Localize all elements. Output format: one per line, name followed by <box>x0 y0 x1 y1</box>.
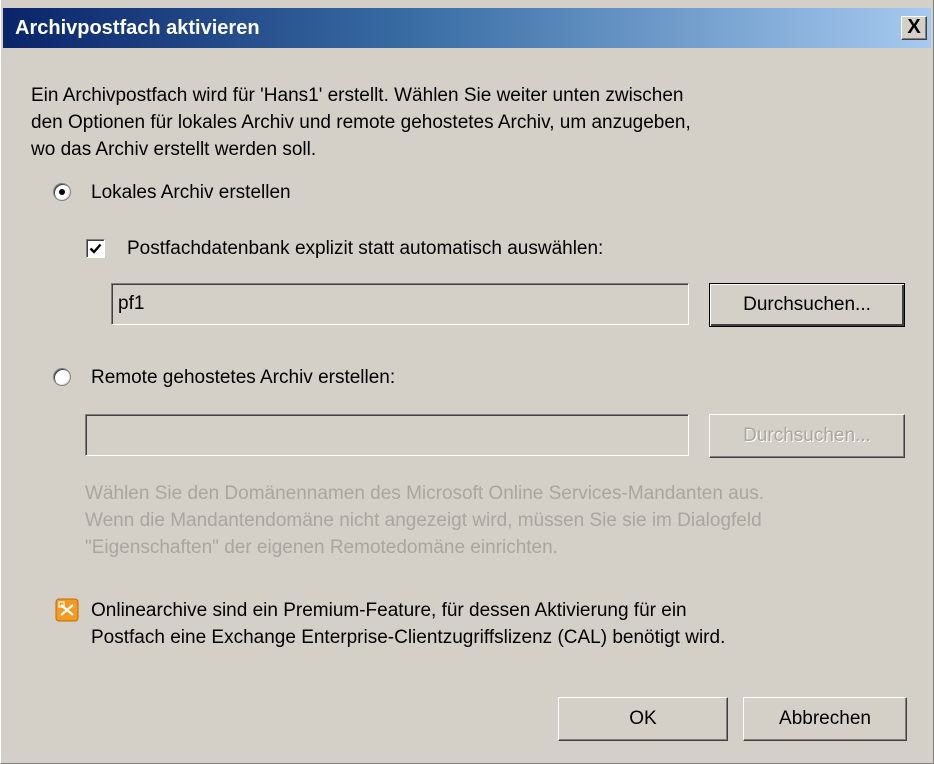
hint-line: Wenn die Mandantendomäne nicht angezeigt… <box>85 510 762 531</box>
local-archive-label[interactable]: Lokales Archiv erstellen <box>91 182 291 204</box>
title-bar[interactable]: Archivpostfach aktivieren X <box>3 8 931 48</box>
hint-line: Wählen Sie den Domänennamen des Microsof… <box>85 483 765 504</box>
checkmark-icon <box>89 243 102 254</box>
browse-remote-button[interactable]: Durchsuchen... <box>709 414 905 458</box>
ok-button[interactable]: OK <box>558 697 728 741</box>
cancel-button[interactable]: Abbrechen <box>743 697 907 741</box>
archive-dialog: Archivpostfach aktivieren X Ein Archivpo… <box>0 0 934 764</box>
intro-text: Ein Archivpostfach wird für 'Hans1' erst… <box>31 82 691 163</box>
intro-line: Ein Archivpostfach wird für 'Hans1' erst… <box>31 85 684 106</box>
explicit-db-checkbox[interactable] <box>86 239 105 258</box>
remote-archive-label[interactable]: Remote gehostetes Archiv erstellen: <box>91 367 395 389</box>
intro-line: den Optionen für lokales Archiv und remo… <box>31 112 691 133</box>
dialog-title: Archivpostfach aktivieren <box>15 17 260 39</box>
browse-database-button[interactable]: Durchsuchen... <box>709 283 905 327</box>
hint-line: "Eigenschaften" der eigenen Remotedomäne… <box>85 537 558 558</box>
note-line: Postfach eine Exchange Enterprise-Client… <box>91 627 726 648</box>
exchange-warning-icon <box>55 598 79 622</box>
note-line: Onlinearchive sind ein Premium-Feature, … <box>91 600 687 621</box>
intro-line: wo das Archiv erstellt werden soll. <box>31 139 317 160</box>
local-archive-radio[interactable] <box>53 183 71 201</box>
radio-dot <box>59 189 65 195</box>
database-input[interactable]: pf1 <box>111 283 689 325</box>
remote-archive-radio[interactable] <box>53 368 71 386</box>
premium-note-text: Onlinearchive sind ein Premium-Feature, … <box>91 597 725 651</box>
explicit-db-label[interactable]: Postfachdatenbank explizit statt automat… <box>127 238 603 260</box>
remote-domain-input[interactable] <box>85 414 689 456</box>
remote-hint-text: Wählen Sie den Domänennamen des Microsof… <box>85 480 764 561</box>
close-button[interactable]: X <box>901 16 927 40</box>
